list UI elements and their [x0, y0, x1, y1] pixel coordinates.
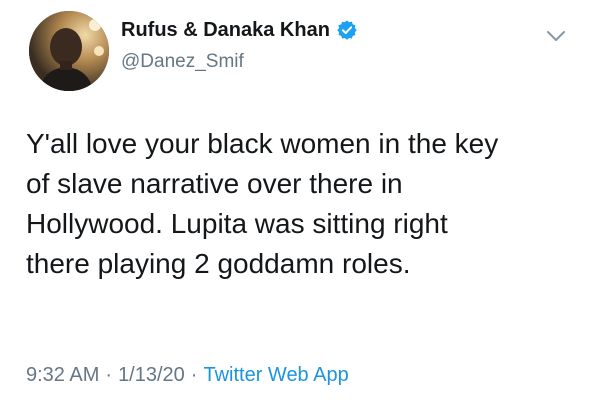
author-handle[interactable]: @Danez_Smif	[121, 50, 244, 74]
author-name-row: Rufus & Danaka Khan	[121, 17, 358, 43]
meta-separator: ·	[190, 364, 198, 386]
tweet-date[interactable]: 1/13/20	[118, 364, 185, 386]
tweet-text-line: Y'all love your black women in the key	[26, 128, 499, 159]
chevron-down-icon[interactable]	[545, 29, 567, 43]
tweet-text: Y'all love your black women in the key o…	[26, 124, 571, 284]
avatar-photo	[29, 11, 109, 91]
display-name[interactable]: Rufus & Danaka Khan	[121, 17, 330, 43]
tweet-text-line: Hollywood. Lupita was sitting right	[26, 208, 448, 239]
tweet-card: Rufus & Danaka Khan @Danez_Smif Y'all lo…	[0, 0, 595, 400]
tweet-text-line: there playing 2 goddamn roles.	[26, 248, 411, 279]
verified-badge-icon	[336, 19, 358, 41]
tweet-meta: 9:32 AM · 1/13/20 · Twitter Web App	[26, 362, 349, 388]
tweet-source-link[interactable]: Twitter Web App	[203, 364, 348, 386]
avatar[interactable]	[29, 11, 109, 91]
tweet-text-line: of slave narrative over there in	[26, 168, 403, 199]
tweet-time[interactable]: 9:32 AM	[26, 364, 99, 386]
meta-separator: ·	[105, 364, 113, 386]
